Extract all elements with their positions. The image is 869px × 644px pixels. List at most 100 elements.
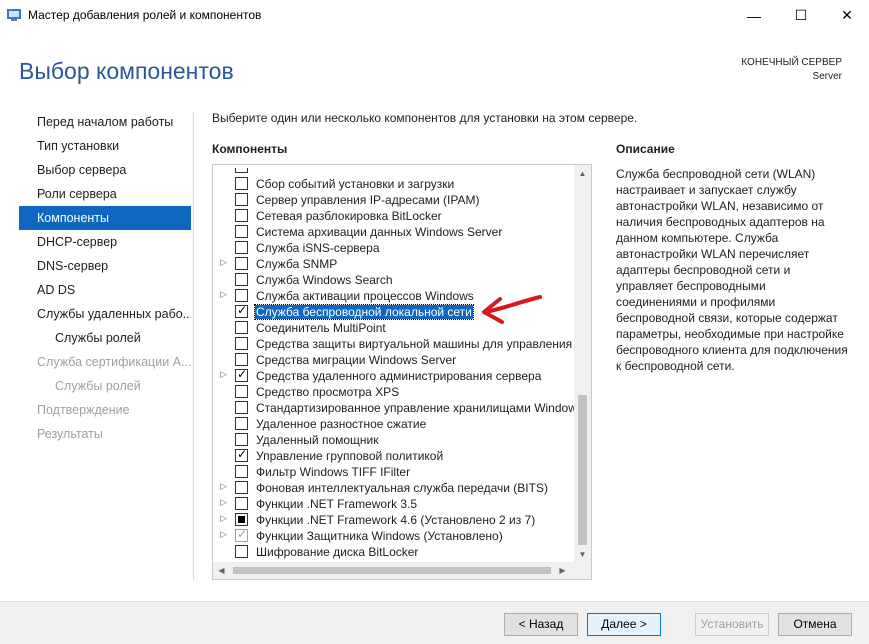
component-checkbox[interactable] [235,225,248,238]
component-checkbox[interactable] [235,257,248,270]
component-checkbox[interactable] [235,465,248,478]
nav-item[interactable]: Компоненты [19,206,191,230]
component-label: Средства защиты виртуальной машины для у… [256,337,582,351]
expand-icon[interactable]: ▷ [220,529,230,540]
component-checkbox[interactable] [235,481,248,494]
component-row[interactable]: Удаленное разностное сжатие [213,416,573,432]
component-row[interactable]: Удаленный помощник [213,432,573,448]
component-row[interactable]: ▷ Фоновая интеллектуальная служба передач… [213,480,573,496]
expand-icon[interactable]: ▷ [220,289,230,300]
component-label: Стандартизированное управление хранилища… [256,401,577,415]
nav-item[interactable]: Выбор сервера [19,158,191,182]
install-button[interactable]: Установить [695,613,769,636]
components-tree[interactable]: Сбор событий установки и загрузки Сервер … [212,164,592,580]
component-label: Средства миграции Windows Server [256,353,457,367]
component-row[interactable]: Служба Windows Search [213,272,573,288]
component-checkbox[interactable] [235,321,248,334]
component-row[interactable]: Шифрование диска BitLocker [213,544,573,560]
component-row[interactable]: Средство просмотра XPS [213,384,573,400]
wizard-steps-nav: Перед началом работы Тип установки Выбор с… [19,110,191,446]
component-checkbox[interactable] [235,193,248,206]
component-checkbox[interactable] [235,433,248,446]
component-checkbox[interactable] [235,401,248,414]
component-row[interactable]: Сетевая разблокировка BitLocker [213,208,573,224]
component-row[interactable]: Управление групповой политикой [213,447,573,464]
minimize-icon: — [747,7,761,24]
component-checkbox[interactable] [235,385,248,398]
component-label: Соединитель MultiPoint [256,321,386,335]
component-checkbox[interactable] [235,273,248,286]
close-button[interactable]: ✕ [824,0,869,31]
scroll-right-icon[interactable]: ▶ [554,562,571,579]
component-checkbox[interactable] [235,337,248,350]
vertical-scrollbar[interactable]: ▲ ▼ [574,165,591,563]
nav-item[interactable]: Тип установки [19,134,191,158]
component-row[interactable]: Сбор событий установки и загрузки [213,176,573,192]
component-checkbox[interactable] [235,353,248,366]
nav-item[interactable]: Службы удаленных рабо... [19,302,191,326]
component-checkbox[interactable] [235,289,248,302]
components-header: Компоненты [212,142,288,156]
component-checkbox[interactable] [235,209,248,222]
destination-server-name: Server [812,71,842,82]
nav-item[interactable]: DHCP-сервер [19,230,191,254]
scroll-down-icon[interactable]: ▼ [574,546,591,563]
component-row[interactable]: ▷ Функции Защитника Windows (Установлено) [213,527,573,544]
expand-icon[interactable]: ▷ [220,481,230,492]
expand-icon[interactable]: ▷ [220,369,230,380]
red-arrow-icon [482,295,542,324]
maximize-button[interactable]: ☐ [778,0,824,31]
vertical-scroll-thumb[interactable] [578,395,587,545]
component-row[interactable]: Служба iSNS-сервера [213,240,573,256]
expand-icon[interactable]: ▷ [220,497,230,508]
next-button[interactable]: Далее > [587,613,661,636]
component-row[interactable]: ▷ Функции .NET Framework 3.5 [213,496,573,512]
component-checkbox[interactable] [235,417,248,430]
component-label: Функции .NET Framework 4.6 (Установлено … [256,513,536,527]
component-checkbox[interactable] [235,497,248,510]
component-checkbox[interactable] [235,241,248,254]
nav-item[interactable]: Службы ролей [19,326,191,350]
nav-item[interactable]: Роли сервера [19,182,191,206]
expand-icon[interactable]: ▷ [220,257,230,268]
cancel-button[interactable]: Отмена [778,613,852,636]
horizontal-scroll-thumb[interactable] [233,567,551,574]
nav-item[interactable]: Перед началом работы [19,110,191,134]
nav-item[interactable]: AD DS [19,278,191,302]
scroll-up-icon[interactable]: ▲ [574,165,591,182]
component-label: Фильтр Windows TIFF IFilter [256,465,411,479]
back-button[interactable]: < Назад [504,613,578,636]
component-checkbox[interactable] [235,177,248,190]
component-label: Сервер управления IP-адресами (IPAM) [256,193,480,207]
component-row[interactable]: Средства защиты виртуальной машины для у… [213,336,581,352]
component-checkbox[interactable] [235,527,248,542]
horizontal-scrollbar[interactable]: ◀ ▶ [213,562,591,579]
component-label: Служба активации процессов Windows [256,289,474,303]
components-list: Сбор событий установки и загрузки Сервер … [213,168,581,560]
expand-icon[interactable]: ▷ [220,513,230,524]
component-label: Средство просмотра XPS [256,385,400,399]
nav-item[interactable]: DNS-сервер [19,254,191,278]
scroll-left-icon[interactable]: ◀ [213,562,230,579]
page-title: Выбор компонентов [19,58,234,84]
nav-divider [193,112,194,580]
destination-server-label: КОНЕЧНЫЙ СЕРВЕР [741,57,842,68]
component-row[interactable]: ▷ Средства удаленного администрирования с… [213,367,573,384]
component-label: Функции .NET Framework 3.5 [256,497,418,511]
component-row[interactable]: Фильтр Windows TIFF IFilter [213,464,573,480]
component-row[interactable]: Стандартизированное управление хранилища… [213,400,577,416]
close-icon: ✕ [841,7,853,23]
minimize-button[interactable]: — [731,0,777,31]
component-row[interactable]: Сервер управления IP-адресами (IPAM) [213,192,573,208]
component-label: Служба Windows Search [256,273,393,287]
component-row[interactable]: ▷ Функции .NET Framework 4.6 (Установлено… [213,512,573,528]
component-row[interactable]: Система архивации данных Windows Server [213,224,573,240]
component-row[interactable]: Средства миграции Windows Server [213,352,573,368]
component-checkbox[interactable] [235,303,248,318]
component-checkbox[interactable] [235,545,248,558]
component-checkbox[interactable] [235,367,248,382]
clipped-row [213,168,573,176]
component-checkbox[interactable] [235,513,248,526]
component-row[interactable]: ▷ Служба SNMP [213,256,573,272]
component-checkbox[interactable] [235,447,248,462]
